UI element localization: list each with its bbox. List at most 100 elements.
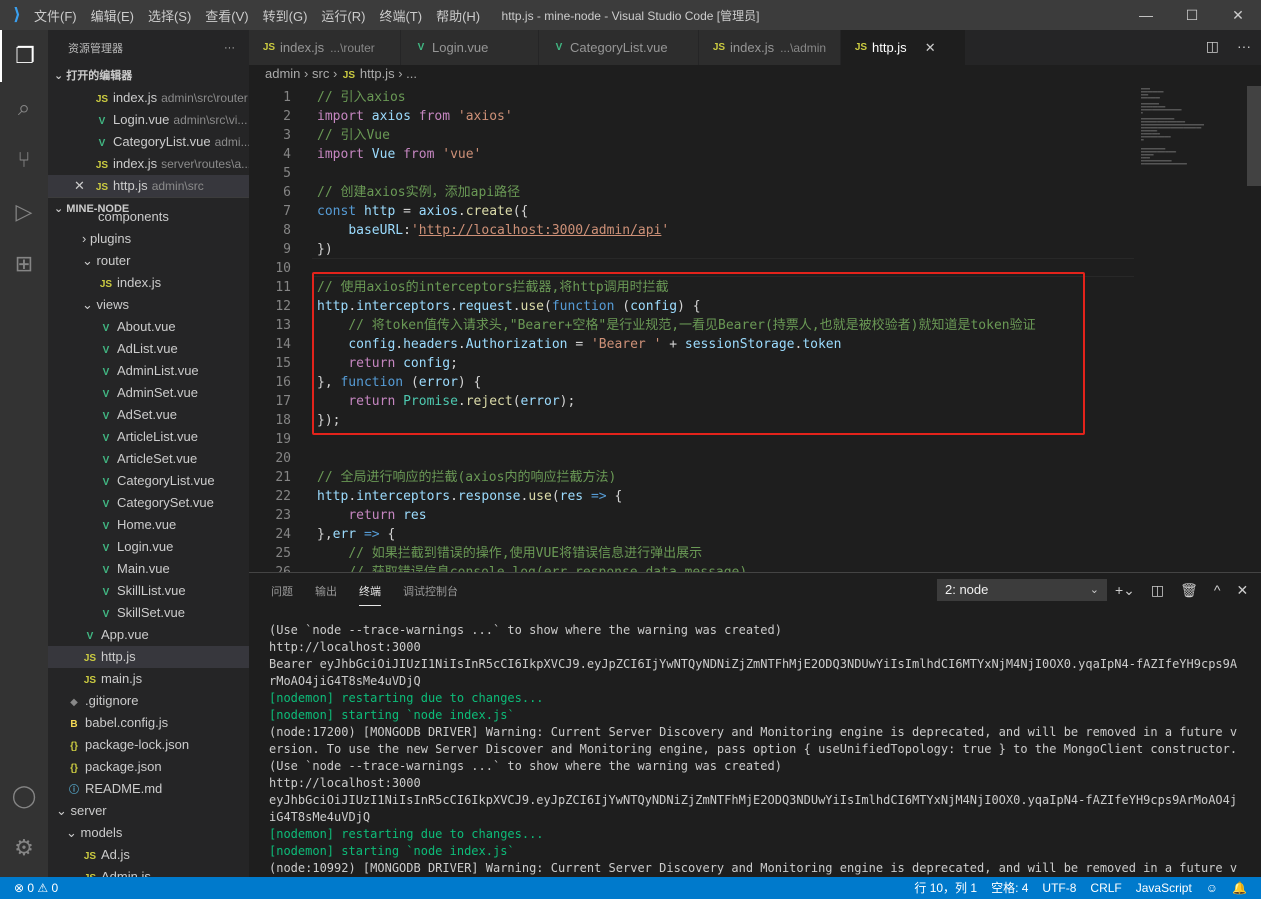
cursor-position[interactable]: 行 10，列 1 xyxy=(914,877,977,899)
menu-item[interactable]: 转到(G) xyxy=(263,9,308,24)
maximize-panel-icon[interactable]: ^ xyxy=(1214,579,1221,601)
file-name: Admin.js xyxy=(101,869,151,877)
minimap-line xyxy=(1150,154,1154,156)
menu-item[interactable]: 文件(F) xyxy=(34,9,77,24)
minimap[interactable] xyxy=(1135,86,1245,572)
minimap-line xyxy=(1144,127,1150,129)
file-item[interactable]: V App.vue xyxy=(48,624,249,646)
close-icon[interactable]: ✕ xyxy=(74,175,85,197)
menu-item[interactable]: 编辑(E) xyxy=(91,9,134,24)
file-item[interactable]: V AdSet.vue xyxy=(48,404,249,426)
terminal-output[interactable]: (Use `node --trace-warnings ...` to show… xyxy=(269,622,1239,894)
minimap-line xyxy=(1168,151,1169,153)
editor-scrollbar[interactable] xyxy=(1247,86,1261,186)
open-editor-item[interactable]: JS index.js server\routes\a... xyxy=(48,153,249,175)
folder-item[interactable]: components xyxy=(48,206,249,228)
folder-item[interactable]: › plugins xyxy=(48,228,249,250)
minimap-line xyxy=(1144,124,1204,126)
panel-tab[interactable]: 问题 xyxy=(271,583,293,606)
open-editor-item[interactable]: ✕ JS http.js admin\src xyxy=(48,175,249,197)
file-item[interactable]: V AdminSet.vue xyxy=(48,382,249,404)
settings-gear-icon[interactable]: ⚙ xyxy=(0,822,48,874)
open-editor-item[interactable]: V CategoryList.vue admi... xyxy=(48,131,249,153)
extensions-icon[interactable]: ⊞ xyxy=(0,238,48,290)
maximize-button[interactable]: ☐ xyxy=(1169,0,1215,30)
panel-tab[interactable]: 调试控制台 xyxy=(403,583,458,606)
split-terminal-icon[interactable]: ◫ xyxy=(1151,579,1164,601)
line-ending[interactable]: CRLF xyxy=(1090,877,1121,899)
file-item[interactable]: V SkillSet.vue xyxy=(48,602,249,624)
open-editor-item[interactable]: V Login.vue admin\src\vi... xyxy=(48,109,249,131)
new-terminal-icon[interactable]: +⌄ xyxy=(1115,579,1135,601)
errors-count[interactable]: ⊗ 0 xyxy=(14,881,34,895)
notifications-icon[interactable]: 🔔 xyxy=(1232,877,1247,899)
encoding[interactable]: UTF-8 xyxy=(1042,877,1076,899)
code-content: // 如果拦截到错误的操作,使用VUE将错误信息进行弹出展示 xyxy=(317,544,702,563)
file-item[interactable]: V ArticleList.vue xyxy=(48,426,249,448)
tab-http-js[interactable]: JS http.js ✕ xyxy=(841,30,966,65)
tab-index-js[interactable]: JS index.js ...\admin xyxy=(699,30,841,65)
open-editor-item[interactable]: JS index.js admin\src\router xyxy=(48,87,249,109)
minimap-line xyxy=(1195,127,1197,129)
explorer-icon[interactable]: ❐ xyxy=(0,30,48,82)
file-item[interactable]: ◆ .gitignore xyxy=(48,690,249,712)
breadcrumb-item[interactable]: ... xyxy=(406,66,417,81)
open-editors-header[interactable]: ⌄ 打开的编辑器 xyxy=(48,65,249,87)
file-item[interactable]: V CategorySet.vue xyxy=(48,492,249,514)
file-item[interactable]: JSAdmin.js xyxy=(48,866,249,877)
folder-item[interactable]: ⌄ server xyxy=(48,800,249,822)
file-item[interactable]: V AdminList.vue xyxy=(48,360,249,382)
account-icon[interactable]: ◯ xyxy=(0,770,48,822)
menu-item[interactable]: 终端(T) xyxy=(379,9,422,24)
file-item[interactable]: {} package.json xyxy=(48,756,249,778)
feedback-icon[interactable]: ☺ xyxy=(1206,877,1218,899)
menu-item[interactable]: 运行(R) xyxy=(321,9,365,24)
source-control-icon[interactable]: ⑂ xyxy=(0,134,48,186)
file-item[interactable]: V Home.vue xyxy=(48,514,249,536)
file-item[interactable]: V SkillList.vue xyxy=(48,580,249,602)
close-window-button[interactable]: ✕ xyxy=(1215,0,1261,30)
file-item[interactable]: JS index.js xyxy=(48,272,249,294)
panel-tab[interactable]: 输出 xyxy=(315,583,337,606)
folder-item[interactable]: ⌄ router xyxy=(48,250,249,272)
minimap-line xyxy=(1172,127,1182,129)
menu-item[interactable]: 查看(V) xyxy=(205,9,248,24)
file-item[interactable]: V CategoryList.vue xyxy=(48,470,249,492)
panel-tab[interactable]: 终端 xyxy=(359,583,381,606)
close-panel-icon[interactable]: ✕ xyxy=(1237,579,1249,601)
file-item[interactable]: JS http.js xyxy=(48,646,249,668)
js-file-icon: JS xyxy=(82,868,98,877)
search-icon[interactable]: ⌕ xyxy=(0,82,48,134)
more-actions-button[interactable]: ··· xyxy=(224,42,235,54)
file-item[interactable]: {} package-lock.json xyxy=(48,734,249,756)
run-debug-icon[interactable]: ▷ xyxy=(0,186,48,238)
language-mode[interactable]: JavaScript xyxy=(1136,877,1192,899)
file-item[interactable]: V ArticleSet.vue xyxy=(48,448,249,470)
folder-item[interactable]: ⌄ views xyxy=(48,294,249,316)
minimize-button[interactable]: — xyxy=(1123,0,1169,30)
warnings-count[interactable]: ⚠ 0 xyxy=(37,881,58,895)
file-item[interactable]: JS main.js xyxy=(48,668,249,690)
breadcrumb-item[interactable]: admin xyxy=(265,66,300,81)
trash-icon[interactable]: 🗑 xyxy=(1180,579,1198,601)
indentation[interactable]: 空格: 4 xyxy=(991,877,1028,899)
file-item[interactable]: V AdList.vue xyxy=(48,338,249,360)
terminal-select[interactable]: 2: node ⌄ xyxy=(937,579,1107,601)
tab-login-vue[interactable]: V Login.vue xyxy=(401,30,539,65)
menu-item[interactable]: 帮助(H) xyxy=(436,9,480,24)
file-item[interactable]: ⓘ README.md xyxy=(48,778,249,800)
file-item[interactable]: V About.vue xyxy=(48,316,249,338)
more-actions-icon[interactable]: ··· xyxy=(1237,38,1251,55)
file-item[interactable]: Bbabel.config.js xyxy=(48,712,249,734)
file-item[interactable]: V Login.vue xyxy=(48,536,249,558)
breadcrumb-item[interactable]: http.js xyxy=(360,66,395,81)
file-item[interactable]: JS Ad.js xyxy=(48,844,249,866)
breadcrumb-item[interactable]: src xyxy=(312,66,329,81)
folder-item[interactable]: ⌄ models xyxy=(48,822,249,844)
close-tab-icon[interactable]: ✕ xyxy=(925,40,936,56)
split-editor-icon[interactable]: ◫ xyxy=(1206,38,1219,55)
tab-index-js[interactable]: JS index.js ...\router xyxy=(249,30,401,65)
file-item[interactable]: V Main.vue xyxy=(48,558,249,580)
menu-item[interactable]: 选择(S) xyxy=(148,9,191,24)
tab-categorylist-vue[interactable]: V CategoryList.vue xyxy=(539,30,699,65)
